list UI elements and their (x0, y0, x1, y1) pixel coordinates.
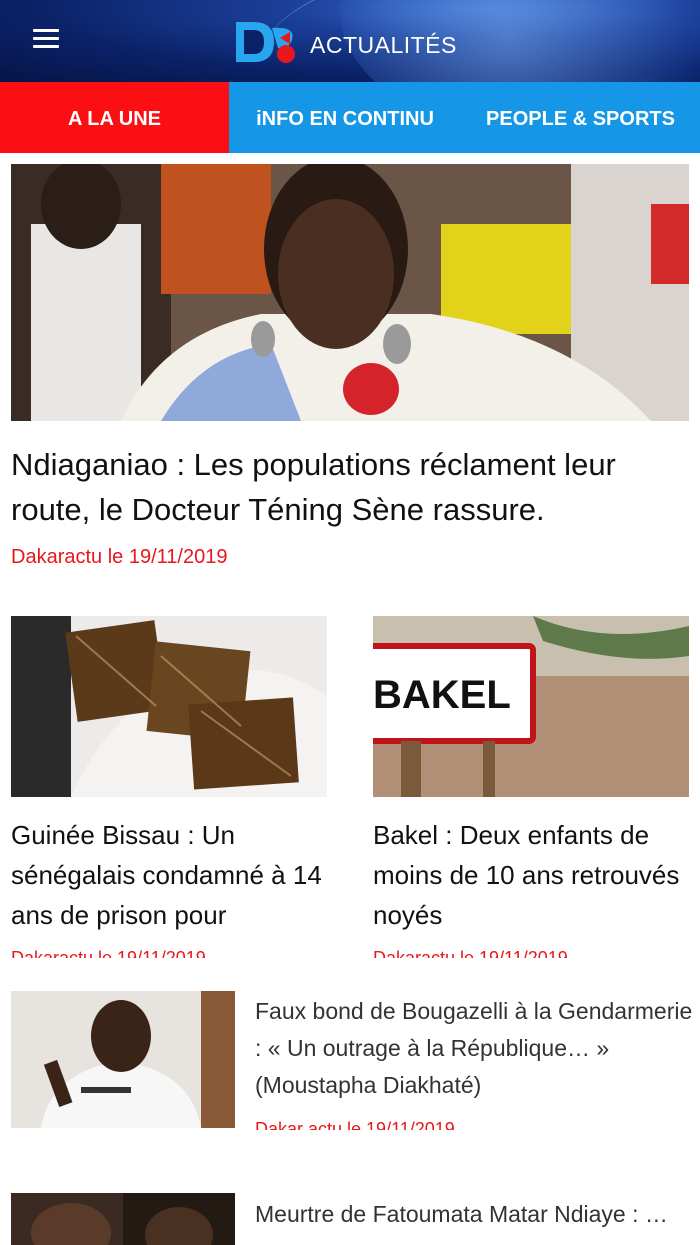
app-logo: ACTUALITÉS (234, 16, 484, 68)
app-logo-text: ACTUALITÉS (310, 32, 457, 58)
list-item-meta: Dakar actu le 19/11/2019 (255, 1119, 455, 1130)
hero-article-image[interactable] (11, 164, 689, 421)
list-item-image[interactable] (11, 1193, 235, 1245)
hamburger-menu-icon[interactable] (33, 28, 61, 50)
card-photo-bakel-sign: BAKEL (373, 616, 689, 797)
card-photo-drugs (11, 616, 327, 797)
section-tabs: A LA UNE iNFO EN CONTINU PEOPLE & SPORTS (0, 82, 700, 153)
tab-a-la-une[interactable]: A LA UNE (0, 82, 229, 153)
card-image-guinee-bissau[interactable] (11, 616, 327, 797)
list-item-title[interactable]: Meurtre de Fatoumata Matar Ndiaye : … (255, 1196, 695, 1245)
list-photo-portraits (11, 1193, 235, 1245)
list-item-image[interactable] (11, 991, 235, 1128)
hero-article-meta: Dakaractu le 19/11/2019 (11, 546, 228, 568)
card-meta-guinee-bissau: Dakaractu le 19/11/2019 (11, 948, 206, 958)
hero-article-title[interactable]: Ndiaganiao : Les populations réclament l… (11, 442, 693, 532)
dakaractu-logo-icon (236, 22, 295, 63)
app-header: ACTUALITÉS (0, 0, 700, 82)
card-title-guinee-bissau[interactable]: Guinée Bissau : Un sénégalais condamné à… (11, 815, 329, 935)
card-image-bakel[interactable]: BAKEL (373, 616, 689, 797)
list-item-title[interactable]: Faux bond de Bougazelli à la Gendarmerie… (255, 993, 695, 1104)
tab-info-en-continu[interactable]: iNFO EN CONTINU (229, 82, 461, 153)
tab-people-sports[interactable]: PEOPLE & SPORTS (461, 82, 700, 153)
bakel-sign-text: BAKEL (373, 673, 511, 717)
hero-photo (11, 164, 689, 421)
card-title-bakel[interactable]: Bakel : Deux enfants de moins de 10 ans … (373, 815, 691, 935)
card-meta-bakel: Dakaractu le 19/11/2019 (373, 948, 568, 958)
list-photo-speaker (11, 991, 235, 1128)
